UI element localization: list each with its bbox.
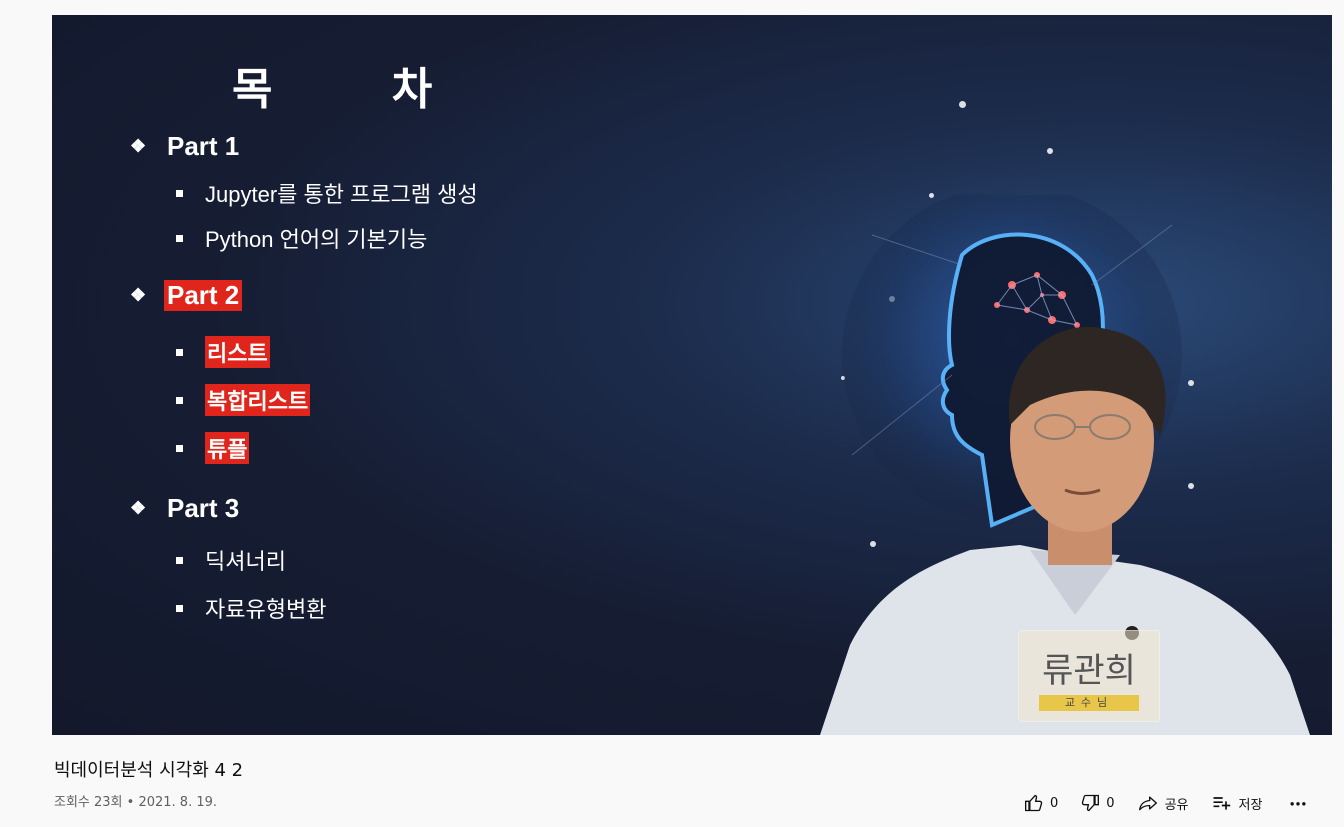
square-bullet-icon: [176, 444, 183, 452]
slide-title: 목 차: [232, 64, 485, 115]
part-label-highlighted: Part 2: [164, 280, 243, 311]
thumbs-down-icon: [1082, 794, 1100, 812]
dislike-button[interactable]: 0: [1080, 793, 1115, 813]
toc-item: 튜플: [176, 432, 250, 464]
video-player[interactable]: 류관희 교수님 목 차 ❖ Part 1 Jupyter를 통한 프로그램 생성…: [52, 15, 1332, 735]
toc-item: 자료유형변환: [176, 592, 326, 624]
diamond-bullet-icon: ❖: [130, 498, 147, 518]
toc-item-text: Python 언어의 기본기능: [205, 227, 428, 252]
toc-item-text-highlighted: 튜플: [205, 432, 250, 464]
share-icon: [1138, 796, 1157, 811]
thumbs-up-icon: [1025, 794, 1043, 812]
toc-item-text: Jupyter를 통한 프로그램 생성: [205, 182, 478, 207]
diamond-bullet-icon: ❖: [130, 285, 147, 305]
decor-star: [1047, 148, 1053, 154]
part-heading-3: ❖ Part 3: [130, 493, 242, 524]
like-count: 0: [1050, 795, 1059, 811]
toc-item: 복합리스트: [176, 384, 311, 416]
diamond-bullet-icon: ❖: [130, 136, 147, 156]
nametag-name: 류관희: [1042, 651, 1136, 691]
video-title: 빅데이터분석 시각화 4 2: [54, 760, 244, 781]
square-bullet-icon: [176, 604, 183, 612]
nametag-subtitle: 교수님: [1039, 695, 1139, 711]
part-heading-2: ❖ Part 2: [130, 280, 243, 311]
toc-item: 딕셔너리: [176, 544, 286, 576]
more-horizontal-icon: [1290, 802, 1306, 806]
part-label: Part 1: [167, 131, 240, 161]
save-button[interactable]: 저장: [1210, 793, 1262, 813]
square-bullet-icon: [176, 234, 183, 242]
like-button[interactable]: 0: [1024, 793, 1058, 813]
square-bullet-icon: [176, 556, 183, 564]
part-label: Part 3: [167, 493, 240, 523]
toc-item-text: 딕셔너리: [205, 549, 286, 574]
toc-item: Python 언어의 기본기능: [176, 222, 427, 254]
toc-item-text-highlighted: 복합리스트: [205, 384, 311, 416]
presenter-nametag: 류관희 교수님: [1018, 630, 1160, 722]
save-label: 저장: [1238, 797, 1263, 813]
decor-star: [959, 101, 966, 108]
share-label: 공유: [1164, 797, 1189, 813]
toc-item-text: 자료유형변환: [205, 597, 327, 622]
dislike-count: 0: [1106, 795, 1115, 811]
square-bullet-icon: [176, 189, 183, 197]
share-button[interactable]: 공유: [1137, 793, 1189, 813]
toc-item: Jupyter를 통한 프로그램 생성: [176, 177, 478, 209]
action-bar: 0 0 공유 저장: [1024, 792, 1314, 814]
part-heading-1: ❖ Part 1: [130, 131, 242, 162]
video-meta: 조회수 23회 • 2021. 8. 19.: [54, 795, 218, 810]
toc-item: 리스트: [176, 336, 270, 368]
square-bullet-icon: [176, 396, 183, 404]
playlist-add-icon: [1213, 797, 1231, 810]
toc-item-text-highlighted: 리스트: [205, 336, 270, 368]
square-bullet-icon: [176, 348, 183, 356]
more-actions-button[interactable]: [1288, 793, 1314, 813]
